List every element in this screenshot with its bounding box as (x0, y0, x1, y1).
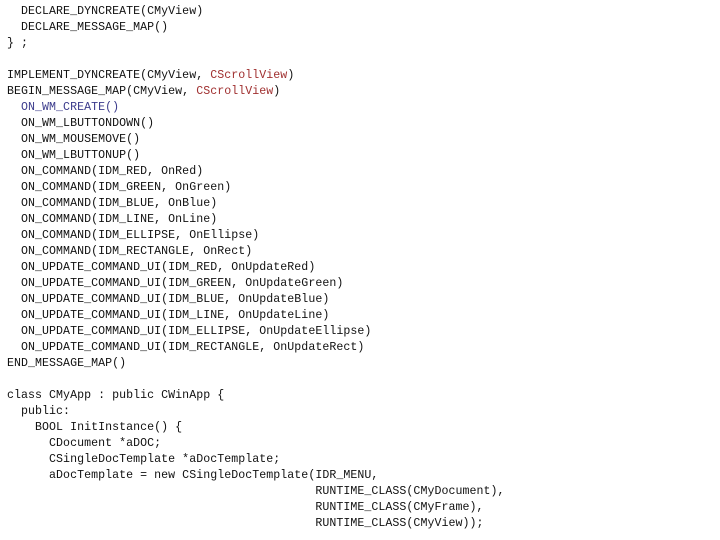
code-line: ON_COMMAND(IDM_GREEN, OnGreen) (7, 180, 720, 196)
code-line: BOOL InitInstance() { (7, 420, 720, 436)
code-token-plain: ON_WM_MOUSEMOVE() (21, 133, 141, 146)
code-token-red: CScrollView (196, 85, 274, 98)
code-listing: DECLARE_DYNCREATE(CMyView) DECLARE_MESSA… (0, 0, 720, 540)
code-line: ON_UPDATE_COMMAND_UI(IDM_RED, OnUpdateRe… (7, 260, 720, 276)
code-token-plain: DECLARE_DYNCREATE(CMyView) (21, 5, 204, 18)
code-token-plain: ON_COMMAND(IDM_LINE, OnLine) (21, 213, 218, 226)
code-token-plain: CDocument *aDOC; (49, 437, 162, 450)
code-line: ON_COMMAND(IDM_LINE, OnLine) (7, 212, 720, 228)
code-line: ON_WM_CREATE() (7, 100, 720, 116)
code-line: ON_COMMAND(IDM_RECTANGLE, OnRect) (7, 244, 720, 260)
code-token-plain: aDocTemplate = new CSingleDocTemplate(ID… (49, 469, 379, 482)
code-token-plain: ON_UPDATE_COMMAND_UI(IDM_LINE, OnUpdateL… (21, 309, 330, 322)
code-token-plain: ON_COMMAND(IDM_RED, OnRed) (21, 165, 204, 178)
code-token-plain: ON_UPDATE_COMMAND_UI(IDM_RED, OnUpdateRe… (21, 261, 316, 274)
code-token-plain: ON_WM_LBUTTONUP() (21, 149, 141, 162)
code-token-plain: ON_COMMAND(IDM_ELLIPSE, OnEllipse) (21, 229, 260, 242)
code-line: ON_COMMAND(IDM_RED, OnRed) (7, 164, 720, 180)
code-token-plain: ON_COMMAND(IDM_GREEN, OnGreen) (21, 181, 232, 194)
code-line: CDocument *aDOC; (7, 436, 720, 452)
code-token-plain: RUNTIME_CLASS(CMyView)); (315, 517, 484, 530)
code-token-blue: ON_WM_CREATE() (21, 101, 120, 114)
code-token-plain: ON_WM_LBUTTONDOWN() (21, 117, 155, 130)
code-token-plain: public: (21, 405, 71, 418)
code-line: ON_WM_MOUSEMOVE() (7, 132, 720, 148)
code-token-plain: ON_UPDATE_COMMAND_UI(IDM_RECTANGLE, OnUp… (21, 341, 365, 354)
code-line: ON_COMMAND(IDM_ELLIPSE, OnEllipse) (7, 228, 720, 244)
code-token-plain: BOOL InitInstance() { (35, 421, 183, 434)
code-line: DECLARE_MESSAGE_MAP() (7, 20, 720, 36)
code-token-plain: ON_UPDATE_COMMAND_UI(IDM_ELLIPSE, OnUpda… (21, 325, 372, 338)
code-token-plain: RUNTIME_CLASS(CMyDocument), (315, 485, 505, 498)
code-line: public: (7, 404, 720, 420)
code-line: CSingleDocTemplate *aDocTemplate; (7, 452, 720, 468)
code-line: IMPLEMENT_DYNCREATE(CMyView, CScrollView… (7, 68, 720, 84)
code-token-plain: ) (273, 85, 281, 98)
code-line: ON_UPDATE_COMMAND_UI(IDM_GREEN, OnUpdate… (7, 276, 720, 292)
code-line: ON_WM_LBUTTONDOWN() (7, 116, 720, 132)
code-token-plain: CSingleDocTemplate *aDocTemplate; (49, 453, 281, 466)
code-line: BEGIN_MESSAGE_MAP(CMyView, CScrollView) (7, 84, 720, 100)
code-line: class CMyApp : public CWinApp { (7, 388, 720, 404)
code-token-plain: class CMyApp : public CWinApp { (7, 389, 225, 402)
code-token-plain: ) (287, 69, 295, 82)
code-line: ON_UPDATE_COMMAND_UI(IDM_RECTANGLE, OnUp… (7, 340, 720, 356)
code-token-plain: DECLARE_MESSAGE_MAP() (21, 21, 169, 34)
code-token-plain: ON_COMMAND(IDM_BLUE, OnBlue) (21, 197, 218, 210)
code-line: DECLARE_DYNCREATE(CMyView) (7, 4, 720, 20)
code-token-red: CScrollView (210, 69, 288, 82)
code-line: END_MESSAGE_MAP() (7, 356, 720, 372)
code-line: aDocTemplate = new CSingleDocTemplate(ID… (7, 468, 720, 484)
code-line: RUNTIME_CLASS(CMyView)); (7, 516, 720, 532)
code-token-plain: RUNTIME_CLASS(CMyFrame), (315, 501, 484, 514)
code-line: RUNTIME_CLASS(CMyDocument), (7, 484, 720, 500)
code-token-plain: END_MESSAGE_MAP() (7, 357, 127, 370)
code-token-plain: } ; (7, 37, 29, 50)
code-line: RUNTIME_CLASS(CMyFrame), (7, 500, 720, 516)
code-token-plain: ON_UPDATE_COMMAND_UI(IDM_GREEN, OnUpdate… (21, 277, 344, 290)
code-token-plain: IMPLEMENT_DYNCREATE(CMyView, (7, 69, 211, 82)
code-line: ON_WM_LBUTTONUP() (7, 148, 720, 164)
code-line: ON_COMMAND(IDM_BLUE, OnBlue) (7, 196, 720, 212)
code-token-plain: ON_UPDATE_COMMAND_UI(IDM_BLUE, OnUpdateB… (21, 293, 330, 306)
code-line: ON_UPDATE_COMMAND_UI(IDM_BLUE, OnUpdateB… (7, 292, 720, 308)
code-token-plain: BEGIN_MESSAGE_MAP(CMyView, (7, 85, 197, 98)
code-line: ON_UPDATE_COMMAND_UI(IDM_ELLIPSE, OnUpda… (7, 324, 720, 340)
code-line: ON_UPDATE_COMMAND_UI(IDM_LINE, OnUpdateL… (7, 308, 720, 324)
code-line: } ; (7, 36, 720, 52)
code-token-plain: ON_COMMAND(IDM_RECTANGLE, OnRect) (21, 245, 253, 258)
